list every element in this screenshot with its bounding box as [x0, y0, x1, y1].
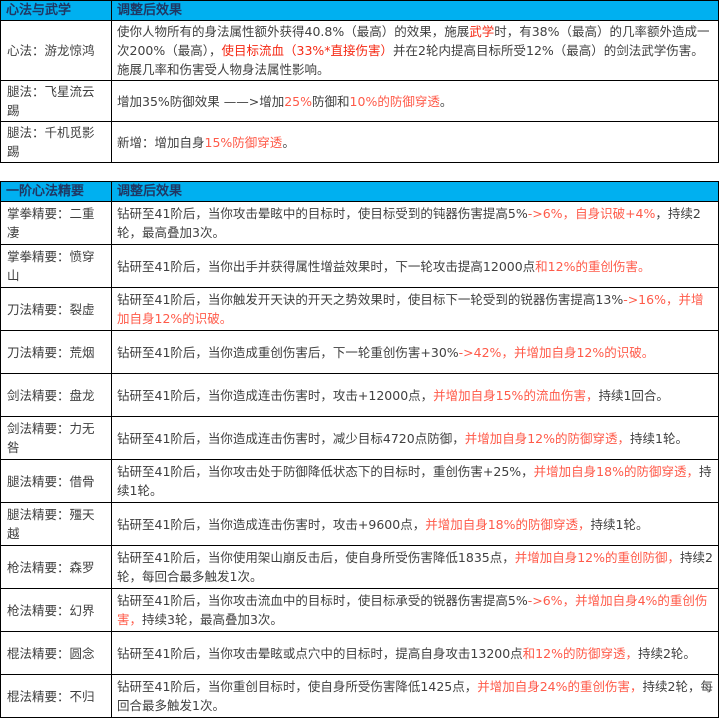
effect-description-cell: 钻研至41阶后，当你出手并获得属性增益效果时，下一轮攻击提高12000点和12%… [112, 245, 719, 288]
table-body: 心法：游龙惊鸿 使你人物所有的身法属性额外获得40.8%（最高）的效果，施展武学… [1, 21, 719, 163]
effect-text-segment: 。 [440, 94, 453, 109]
table-row: 心法：游龙惊鸿 使你人物所有的身法属性额外获得40.8%（最高）的效果，施展武学… [1, 21, 719, 81]
effect-text-segment: 钻研至41阶后，当你出手并获得属性增益效果时，下一轮攻击提高12000点 [117, 259, 535, 274]
effect-text-segment: 钻研至41阶后，当你造成连击伤害时，攻击+12000点， [117, 388, 433, 403]
effect-text-segment: 持续1轮。 [630, 431, 688, 446]
effect-description-cell: 钻研至41阶后，当你攻击处于防御降低状态下的目标时，重创伤害+25%，并增加自身… [112, 460, 719, 503]
table-body: 掌拳精要：二重凄 钻研至41阶后，当你攻击晕眩中的目标时，使目标受到的钝器伤害提… [1, 202, 719, 718]
effect-text-segment: 钻研至41阶后，当你攻击处于防御降低状态下的目标时，重创伤害+25%， [117, 464, 534, 479]
effect-text-segment: 钻研至41阶后，当你造成连击伤害时，减少目标4720点防御， [117, 431, 465, 446]
column-header-skill: 心法与武学 [1, 1, 112, 21]
effect-description-cell: 钻研至41阶后，当你造成重创伤害后，下一轮重创伤害+30%->42%，并增加自身… [112, 331, 719, 374]
effect-text-segment: 并增加自身18%的防御穿透， [534, 464, 699, 479]
mindmethod-martial-arts-table: 心法与武学 调整后效果 心法：游龙惊鸿 使你人物所有的身法属性额外获得40.8%… [0, 0, 719, 163]
essence-name-cell: 刀法精要：荒烟 [1, 331, 112, 374]
table-row: 枪法精要：幻界 钻研至41阶后，当你攻击流血中的目标时，使目标承受的锐器伤害提高… [1, 589, 719, 632]
effect-text-segment: 持续2轮。 [638, 646, 696, 661]
effect-text-segment: 使目标流血（33%*直接伤害） [222, 43, 394, 58]
essence-name-cell: 枪法精要：幻界 [1, 589, 112, 632]
effect-text-segment: 并增加自身18%的防御穿透， [425, 517, 590, 532]
table-row: 剑法精要：力无咎 钻研至41阶后，当你造成连击伤害时，减少目标4720点防御，并… [1, 417, 719, 460]
first-tier-essence-table: 一阶心法精要 调整后效果 掌拳精要：二重凄 钻研至41阶后，当你攻击晕眩中的目标… [0, 181, 719, 718]
table-row: 掌拳精要：愤穿山 钻研至41阶后，当你出手并获得属性增益效果时，下一轮攻击提高1… [1, 245, 719, 288]
table-row: 腿法：飞星流云踢 增加35%防御效果 ——>增加25%防御和10%的防御穿透。 [1, 81, 719, 122]
essence-name-cell: 腿法精要：借骨 [1, 460, 112, 503]
effect-description-cell: 钻研至41阶后，当你攻击流血中的目标时，使目标承受的锐器伤害提高5%->6%，并… [112, 589, 719, 632]
essence-name-cell: 棍法精要：圆念 [1, 632, 112, 675]
table-row: 棍法精要：不归 钻研至41阶后，当你重创目标时，使自身所受伤害降低1425点，并… [1, 675, 719, 718]
effect-text-segment: 15%防御穿透 [205, 135, 283, 150]
essence-name-cell: 刀法精要：裂虚 [1, 288, 112, 331]
effect-text-segment: 钻研至41阶后，当你触发开天诀的开天之势效果时，使目标下一轮受到的锐器伤害提高1… [117, 292, 623, 307]
effect-text-segment: 25% [284, 94, 312, 109]
column-header-adjusted-effect: 调整后效果 [112, 1, 719, 21]
effect-text-segment: 持续1轮。 [591, 517, 649, 532]
effect-text-segment: 并增加自身12%的防御穿透， [465, 431, 630, 446]
effect-text-segment: 并增加自身12%的重创防御， [515, 550, 680, 565]
effect-text-segment: 并增加自身24%的重创伤害， [477, 679, 642, 694]
effect-description-cell: 钻研至41阶后，当你攻击晕眩或点穴中的目标时，提高自身攻击13200点和12%的… [112, 632, 719, 675]
effect-description-cell: 钻研至41阶后，当你造成连击伤害时，减少目标4720点防御，并增加自身12%的防… [112, 417, 719, 460]
effect-text-segment: 钻研至41阶后，当你重创目标时，使自身所受伤害降低1425点， [117, 679, 477, 694]
essence-name-cell: 腿法精要：殭天越 [1, 503, 112, 546]
effect-description-cell: 使你人物所有的身法属性额外获得40.8%（最高）的效果，施展武学时，有38%（最… [112, 21, 719, 81]
column-header-essence: 一阶心法精要 [1, 182, 112, 202]
essence-name-cell: 掌拳精要：二重凄 [1, 202, 112, 245]
essence-name-cell: 枪法精要：森罗 [1, 546, 112, 589]
effect-text-segment: 和12%的防御穿透， [523, 646, 638, 661]
table-row: 枪法精要：森罗 钻研至41阶后，当你使用架山崩反击后，使自身所受伤害降低1835… [1, 546, 719, 589]
table-row: 掌拳精要：二重凄 钻研至41阶后，当你攻击晕眩中的目标时，使目标受到的钝器伤害提… [1, 202, 719, 245]
effect-text-segment: 并增加自身15%的流血伤害， [433, 388, 598, 403]
table-row: 剑法精要：盘龙 钻研至41阶后，当你造成连击伤害时，攻击+12000点，并增加自… [1, 374, 719, 417]
effect-text-segment: 钻研至41阶后，当你攻击晕眩中的目标时，使目标受到的钝器伤害提高5% [117, 206, 528, 221]
column-header-adjusted-effect: 调整后效果 [112, 182, 719, 202]
skill-name-cell: 腿法：千机觅影踢 [1, 122, 112, 163]
effect-text-segment: 持续1回合。 [598, 388, 668, 403]
table-row: 腿法精要：殭天越 钻研至41阶后，当你造成连击伤害时，攻击+9600点，并增加自… [1, 503, 719, 546]
effect-text-segment: 。 [282, 135, 295, 150]
essence-name-cell: 剑法精要：力无咎 [1, 417, 112, 460]
effect-text-segment: 增加35%防御效果 ——>增加 [117, 94, 284, 109]
effect-text-segment: 和12%的重创伤害。 [535, 259, 650, 274]
effect-description-cell: 钻研至41阶后，当你重创目标时，使自身所受伤害降低1425点，并增加自身24%的… [112, 675, 719, 718]
table-header-row: 一阶心法精要 调整后效果 [1, 182, 719, 202]
effect-text-segment: 新增：增加自身 [117, 135, 205, 150]
effect-text-segment: 武学 [469, 24, 494, 39]
effect-text-segment: ->42%，并增加自身12%的识破。 [459, 345, 655, 360]
table-row: 棍法精要：圆念 钻研至41阶后，当你攻击晕眩或点穴中的目标时，提高自身攻击132… [1, 632, 719, 675]
effect-text-segment: 防御和 [312, 94, 350, 109]
table-row: 腿法：千机觅影踢 新增：增加自身15%防御穿透。 [1, 122, 719, 163]
effect-description-cell: 新增：增加自身15%防御穿透。 [112, 122, 719, 163]
effect-description-cell: 增加35%防御效果 ——>增加25%防御和10%的防御穿透。 [112, 81, 719, 122]
essence-name-cell: 掌拳精要：愤穿山 [1, 245, 112, 288]
effect-text-segment: ->6%，自身识破+4% [528, 206, 656, 221]
effect-description-cell: 钻研至41阶后，当你造成连击伤害时，攻击+12000点，并增加自身15%的流血伤… [112, 374, 719, 417]
effect-text-segment: 钻研至41阶后，当你造成连击伤害时，攻击+9600点， [117, 517, 425, 532]
effect-text-segment: 使你人物所有的身法属性额外获得40.8%（最高）的效果，施展 [117, 24, 469, 39]
effect-text-segment: 钻研至41阶后，当你攻击流血中的目标时，使目标承受的锐器伤害提高5% [117, 593, 528, 608]
effect-text-segment: 10%的防御穿透 [350, 94, 440, 109]
effect-description-cell: 钻研至41阶后，当你触发开天诀的开天之势效果时，使目标下一轮受到的锐器伤害提高1… [112, 288, 719, 331]
table-row: 腿法精要：借骨 钻研至41阶后，当你攻击处于防御降低状态下的目标时，重创伤害+2… [1, 460, 719, 503]
table-row: 刀法精要：裂虚 钻研至41阶后，当你触发开天诀的开天之势效果时，使目标下一轮受到… [1, 288, 719, 331]
effect-text-segment: 钻研至41阶后，当你造成重创伤害后，下一轮重创伤害+30% [117, 345, 459, 360]
effect-text-segment: 钻研至41阶后，当你使用架山崩反击后，使自身所受伤害降低1835点， [117, 550, 515, 565]
effect-text-segment: 钻研至41阶后，当你攻击晕眩或点穴中的目标时，提高自身攻击13200点 [117, 646, 523, 661]
skill-name-cell: 腿法：飞星流云踢 [1, 81, 112, 122]
table-row: 刀法精要：荒烟 钻研至41阶后，当你造成重创伤害后，下一轮重创伤害+30%->4… [1, 331, 719, 374]
effect-description-cell: 钻研至41阶后，当你造成连击伤害时，攻击+9600点，并增加自身18%的防御穿透… [112, 503, 719, 546]
skill-name-cell: 心法：游龙惊鸿 [1, 21, 112, 81]
effect-description-cell: 钻研至41阶后，当你使用架山崩反击后，使自身所受伤害降低1835点，并增加自身1… [112, 546, 719, 589]
effect-text-segment: 持续3轮，最高叠加3次。 [142, 612, 283, 627]
effect-description-cell: 钻研至41阶后，当你攻击晕眩中的目标时，使目标受到的钝器伤害提高5%->6%，自… [112, 202, 719, 245]
essence-name-cell: 剑法精要：盘龙 [1, 374, 112, 417]
table-header-row: 心法与武学 调整后效果 [1, 1, 719, 21]
essence-name-cell: 棍法精要：不归 [1, 675, 112, 718]
